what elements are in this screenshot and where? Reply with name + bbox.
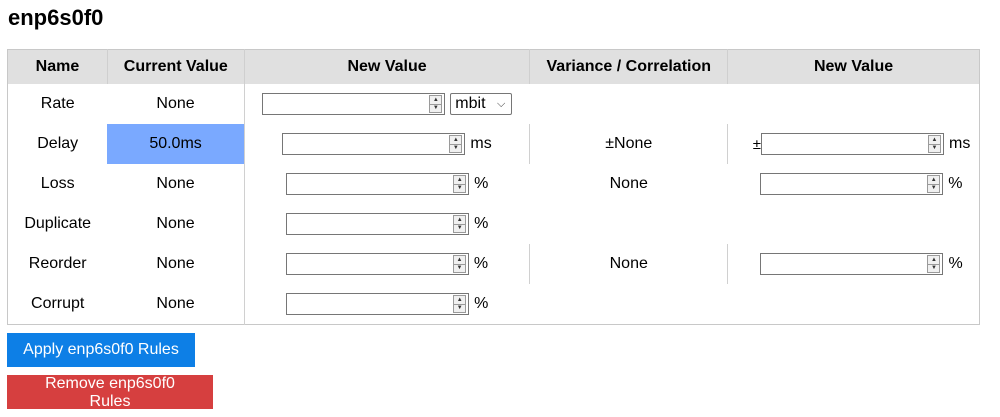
- plus-minus-label: ±: [752, 135, 761, 153]
- unit-label: ms: [949, 135, 971, 152]
- delay-input[interactable]: ▲ ▼: [282, 133, 466, 155]
- current-value: None: [107, 84, 245, 124]
- corrupt-input[interactable]: ▲ ▼: [286, 293, 470, 315]
- rate-input[interactable]: ▲ ▼: [262, 93, 446, 115]
- reorder-correlation-text-field[interactable]: [761, 255, 928, 273]
- variance-cell: [530, 84, 728, 124]
- table-row-reorder: Reorder None ▲ ▼ % None ▲ ▼ %: [8, 244, 980, 284]
- variance-cell: [530, 204, 728, 244]
- spin-arrows-icon[interactable]: ▲ ▼: [452, 255, 466, 273]
- corrupt-text-field[interactable]: [287, 295, 454, 313]
- row-name: Loss: [40, 175, 75, 192]
- table-row-corrupt: Corrupt None ▲ ▼ %: [8, 284, 980, 325]
- variance-new-cell: ▲ ▼ %: [727, 244, 980, 284]
- loss-input[interactable]: ▲ ▼: [286, 173, 470, 195]
- duplicate-input[interactable]: ▲ ▼: [286, 213, 470, 235]
- row-name: Delay: [37, 135, 79, 152]
- variance-value: None: [529, 244, 728, 284]
- current-value: None: [107, 244, 245, 284]
- spin-arrows-icon[interactable]: ▲ ▼: [453, 295, 467, 313]
- loss-correlation-text-field[interactable]: [761, 175, 928, 193]
- remove-rules-button[interactable]: Remove enp6s0f0 Rules: [7, 375, 213, 410]
- spin-arrows-icon[interactable]: ▲ ▼: [449, 135, 463, 153]
- page-title: enp6s0f0: [8, 5, 104, 30]
- header-row: Name Current Value New Value Variance / …: [7, 49, 980, 84]
- unit-label: %: [474, 295, 489, 312]
- spin-arrows-icon[interactable]: ▲ ▼: [927, 175, 941, 193]
- new-value-cell: ▲ ▼ %: [244, 204, 530, 244]
- spin-arrows-icon[interactable]: ▲ ▼: [927, 255, 941, 273]
- new-value-cell: ▲ ▼ %: [244, 284, 530, 325]
- col-name-header: Name: [7, 49, 108, 84]
- variance-new-cell: ± ▲ ▼ ms: [727, 124, 980, 164]
- table-row-delay: Delay 50.0ms ▲ ▼ ms ±None ± ▲ ▼ ms: [8, 124, 980, 164]
- loss-correlation-input[interactable]: ▲ ▼: [760, 173, 944, 195]
- reorder-correlation-input[interactable]: ▲ ▼: [760, 253, 944, 275]
- variance-value: None: [609, 175, 648, 192]
- delay-variance-input[interactable]: ▲ ▼: [761, 133, 944, 155]
- row-name: Rate: [40, 95, 75, 112]
- unit-label: ms: [470, 135, 492, 152]
- current-value: None: [107, 204, 245, 244]
- unit-label: %: [473, 255, 489, 272]
- table-row-duplicate: Duplicate None ▲ ▼ %: [8, 204, 980, 244]
- variance-cell: [530, 284, 728, 325]
- variance-new-cell: [728, 204, 980, 244]
- variance-value: ±None: [529, 124, 728, 164]
- variance-new-cell: [728, 284, 980, 325]
- spin-arrows-icon[interactable]: ▲ ▼: [429, 95, 443, 113]
- unit-label: %: [948, 175, 963, 192]
- apply-rules-button[interactable]: Apply enp6s0f0 Rules: [7, 333, 195, 367]
- current-value: None: [107, 284, 245, 325]
- new-value-cell: ▲ ▼ ms: [244, 124, 530, 164]
- current-value: None: [107, 164, 245, 204]
- reorder-text-field[interactable]: [286, 255, 453, 273]
- spin-arrows-icon[interactable]: ▲ ▼: [453, 215, 467, 233]
- row-name: Reorder: [28, 255, 87, 272]
- unit-label: %: [948, 255, 963, 272]
- duplicate-text-field[interactable]: [287, 215, 454, 233]
- new-value-cell: ▲ ▼ mbit ⌵: [244, 84, 530, 124]
- rules-table: Name Current Value New Value Variance / …: [7, 49, 980, 325]
- variance-new-cell: ▲ ▼ %: [728, 164, 980, 204]
- delay-text-field[interactable]: [283, 135, 450, 153]
- unit-label: %: [474, 215, 489, 232]
- variance-new-cell: [728, 84, 980, 124]
- rate-unit-select[interactable]: mbit ⌵: [450, 93, 513, 115]
- col-variance-new-header: New Value: [727, 49, 980, 84]
- reorder-input[interactable]: ▲ ▼: [285, 253, 469, 275]
- delay-variance-text-field[interactable]: [762, 135, 928, 153]
- col-variance-header: Variance / Correlation: [529, 49, 729, 84]
- loss-text-field[interactable]: [287, 175, 454, 193]
- row-name: Duplicate: [24, 215, 92, 232]
- rate-text-field[interactable]: [263, 95, 430, 113]
- new-value-cell: ▲ ▼ %: [244, 164, 530, 204]
- col-current-header: Current Value: [107, 49, 245, 84]
- new-value-cell: ▲ ▼ %: [244, 244, 530, 284]
- rate-unit-value: mbit: [455, 95, 486, 112]
- table-row-rate: Rate None ▲ ▼ mbit ⌵: [8, 84, 980, 124]
- spin-arrows-icon[interactable]: ▲ ▼: [928, 135, 941, 153]
- table-row-loss: Loss None ▲ ▼ % None ▲ ▼ %: [8, 164, 980, 204]
- spin-arrows-icon[interactable]: ▲ ▼: [453, 175, 467, 193]
- row-name: Corrupt: [31, 295, 85, 312]
- chevron-down-icon: ⌵: [496, 97, 506, 110]
- unit-label: %: [474, 175, 489, 192]
- current-value: 50.0ms: [107, 124, 245, 164]
- col-new-value-header: New Value: [244, 49, 531, 84]
